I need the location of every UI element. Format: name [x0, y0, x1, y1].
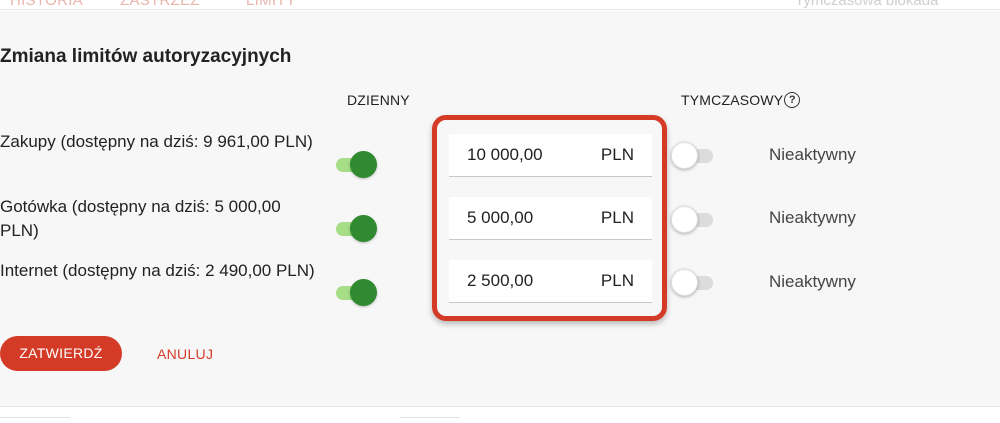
toggle-knob [671, 206, 698, 233]
toggle-knob [671, 269, 698, 296]
column-header-daily: DZIENNY [347, 92, 410, 108]
amount-input-internet[interactable]: 2 500,00 PLN [449, 260, 652, 303]
tab-historia[interactable]: HISTORIA [10, 0, 83, 9]
toggle-knob [671, 142, 698, 169]
temporary-toggle-purchases[interactable] [671, 142, 715, 170]
currency-label: PLN [600, 208, 634, 227]
cancel-button[interactable]: ANULUJ [157, 346, 213, 362]
amount-input-cash[interactable]: 5 000,00 PLN [449, 197, 652, 240]
toggle-knob [350, 279, 377, 306]
temporary-toggle-internet[interactable] [671, 269, 715, 297]
daily-toggle-internet[interactable] [336, 279, 380, 307]
amount-value: 10 000,00 [467, 145, 543, 164]
limit-label-cash: Gotówka (dostępny na dziś: 5 000,00 PLN) [0, 197, 281, 240]
bottom-strip [0, 406, 1000, 423]
dialog-title: Zmiana limitów autoryzacyjnych [0, 46, 292, 67]
status-cash: Nieaktywny [769, 208, 856, 227]
currency-label: PLN [600, 271, 634, 290]
status-internet: Nieaktywny [769, 272, 856, 291]
toggle-knob [350, 151, 377, 178]
temporary-toggle-cash[interactable] [671, 206, 715, 234]
toggle-knob [350, 215, 377, 242]
limit-label-internet: Internet (dostępny na dziś: 2 490,00 PLN… [0, 261, 315, 280]
tab-bar: HISTORIA ZASTRZEŻ LIMITY Tymczasowa blok… [0, 0, 1000, 10]
status-purchases: Nieaktywny [769, 145, 856, 164]
help-icon[interactable]: ? [784, 92, 801, 108]
column-header-temporary-label: TYMCZASOWY [681, 92, 784, 108]
tab-zastrzez[interactable]: ZASTRZEŻ [120, 0, 200, 9]
amount-value: 5 000,00 [467, 208, 534, 227]
daily-toggle-cash[interactable] [336, 215, 380, 243]
amount-input-purchases[interactable]: 10 000,00 PLN [449, 134, 652, 177]
divider [400, 417, 460, 423]
tab-limity[interactable]: LIMITY [246, 0, 296, 9]
tab-tymczasowa-blokada[interactable]: Tymczasowa blokada [795, 0, 938, 9]
currency-label: PLN [600, 145, 634, 164]
daily-toggle-purchases[interactable] [336, 151, 380, 179]
column-header-temporary: TYMCZASOWY ? [681, 92, 801, 108]
divider [0, 417, 70, 423]
confirm-button[interactable]: ZATWIERDŹ [0, 336, 122, 371]
amount-value: 2 500,00 [467, 271, 534, 290]
limit-label-purchases: Zakupy (dostępny na dziś: 9 961,00 PLN) [0, 132, 313, 151]
